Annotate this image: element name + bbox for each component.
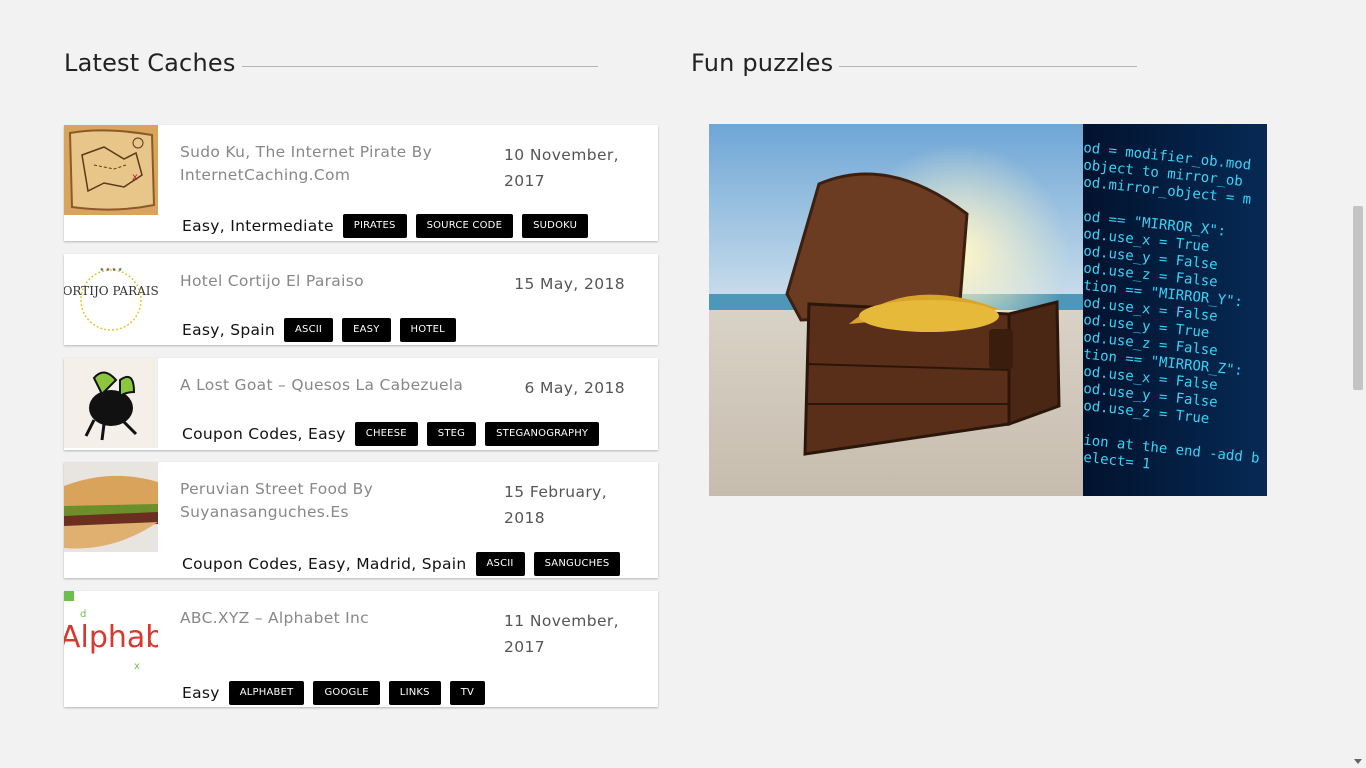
tag-tv[interactable]: TV (449, 681, 486, 705)
tag-easy[interactable]: EASY (342, 318, 391, 342)
cache-card[interactable]: x Sudo Ku, The Internet Pirate By Intern… (64, 125, 658, 241)
cache-title-link[interactable]: Peruvian Street Food By Suyanasanguches.… (180, 478, 470, 524)
svg-text:★ ★ ★ ★: ★ ★ ★ ★ (100, 267, 123, 273)
tag-alphabet[interactable]: ALPHABET (228, 681, 305, 705)
svg-text:Alphabe: Alphabe (64, 620, 158, 655)
cache-categories[interactable]: Easy, Spain (182, 321, 275, 339)
scroll-down-arrow-icon[interactable] (1354, 759, 1362, 764)
latest-caches-title: Latest Caches (64, 49, 236, 77)
cache-title-link[interactable]: A Lost Goat – Quesos La Cabezuela (180, 374, 470, 397)
page-scrollbar[interactable] (1349, 0, 1366, 768)
cache-date: 10 November, 2017 (504, 146, 620, 190)
cache-categories[interactable]: Easy (182, 684, 220, 702)
latest-caches-heading: Latest Caches (64, 49, 598, 77)
alphabet-logo-icon[interactable]: d Alphabe x (64, 591, 158, 681)
cache-categories[interactable]: Easy, Intermediate (182, 217, 334, 235)
cache-date: 11 November, 2017 (504, 612, 620, 656)
cache-meta: Coupon Codes, Easy, Madrid, Spain ASCII … (182, 552, 629, 576)
cache-title-link[interactable]: Sudo Ku, The Internet Pirate By Internet… (180, 141, 470, 187)
cache-categories[interactable]: Coupon Codes, Easy (182, 425, 346, 443)
tag-ascii[interactable]: ASCII (475, 552, 525, 576)
treasure-map-icon[interactable]: x (64, 125, 158, 215)
tag-hotel[interactable]: HOTEL (399, 318, 456, 342)
tag-google[interactable]: GOOGLE (313, 681, 380, 705)
heading-divider (839, 65, 1138, 67)
heading-divider (241, 65, 598, 67)
cache-card[interactable]: CORTIJO PARAISO ★ ★ ★ ★ Hotel Cortijo El… (64, 254, 658, 345)
tag-sanguches[interactable]: SANGUCHES (533, 552, 621, 576)
scroll-thumb[interactable] (1353, 206, 1363, 390)
tag-ascii[interactable]: ASCII (284, 318, 334, 342)
tag-steganography[interactable]: STEGANOGRAPHY (485, 422, 600, 446)
tag-source-code[interactable]: SOURCE CODE (415, 214, 514, 238)
tag-cheese[interactable]: CHEESE (354, 422, 418, 446)
cache-meta: Easy, Intermediate PIRATES SOURCE CODE S… (182, 214, 597, 238)
cache-date: 15 February, 2018 (504, 483, 608, 527)
svg-text:CORTIJO PARAISO: CORTIJO PARAISO (64, 284, 158, 298)
cache-meta: Easy ALPHABET GOOGLE LINKS TV (182, 681, 494, 705)
cache-meta: Easy, Spain ASCII EASY HOTEL (182, 318, 465, 342)
cache-date: 6 May, 2018 (524, 379, 625, 397)
svg-text:x: x (134, 661, 140, 672)
fun-puzzles-heading: Fun puzzles (691, 49, 1138, 77)
cache-date: 15 May, 2018 (514, 275, 625, 293)
goat-logo-icon[interactable] (64, 358, 158, 448)
cache-meta: Coupon Codes, Easy CHEESE STEG STEGANOGR… (182, 422, 608, 446)
cache-title-link[interactable]: Hotel Cortijo El Paraiso (180, 270, 470, 293)
hotel-logo-icon[interactable]: CORTIJO PARAISO ★ ★ ★ ★ (64, 254, 158, 344)
cache-card[interactable]: A Lost Goat – Quesos La Cabezuela 6 May,… (64, 358, 658, 450)
tag-links[interactable]: LINKS (388, 681, 441, 705)
svg-text:x: x (132, 172, 138, 183)
fun-puzzles-title: Fun puzzles (691, 49, 834, 77)
tag-steg[interactable]: STEG (426, 422, 477, 446)
cache-card[interactable]: Peruvian Street Food By Suyanasanguches.… (64, 462, 658, 578)
cache-card[interactable]: d Alphabe x ABC.XYZ – Alphabet Inc 11 No… (64, 591, 658, 707)
cache-categories[interactable]: Coupon Codes, Easy, Madrid, Spain (182, 555, 467, 573)
tag-pirates[interactable]: PIRATES (342, 214, 407, 238)
sandwich-icon[interactable] (64, 462, 158, 552)
svg-text:d: d (80, 609, 86, 620)
fun-puzzles-image[interactable]: od = modifier_ob.mod object to mirror_ob… (709, 124, 1267, 496)
tag-sudoku[interactable]: SUDOKU (522, 214, 589, 238)
cache-title-link[interactable]: ABC.XYZ – Alphabet Inc (180, 607, 470, 630)
